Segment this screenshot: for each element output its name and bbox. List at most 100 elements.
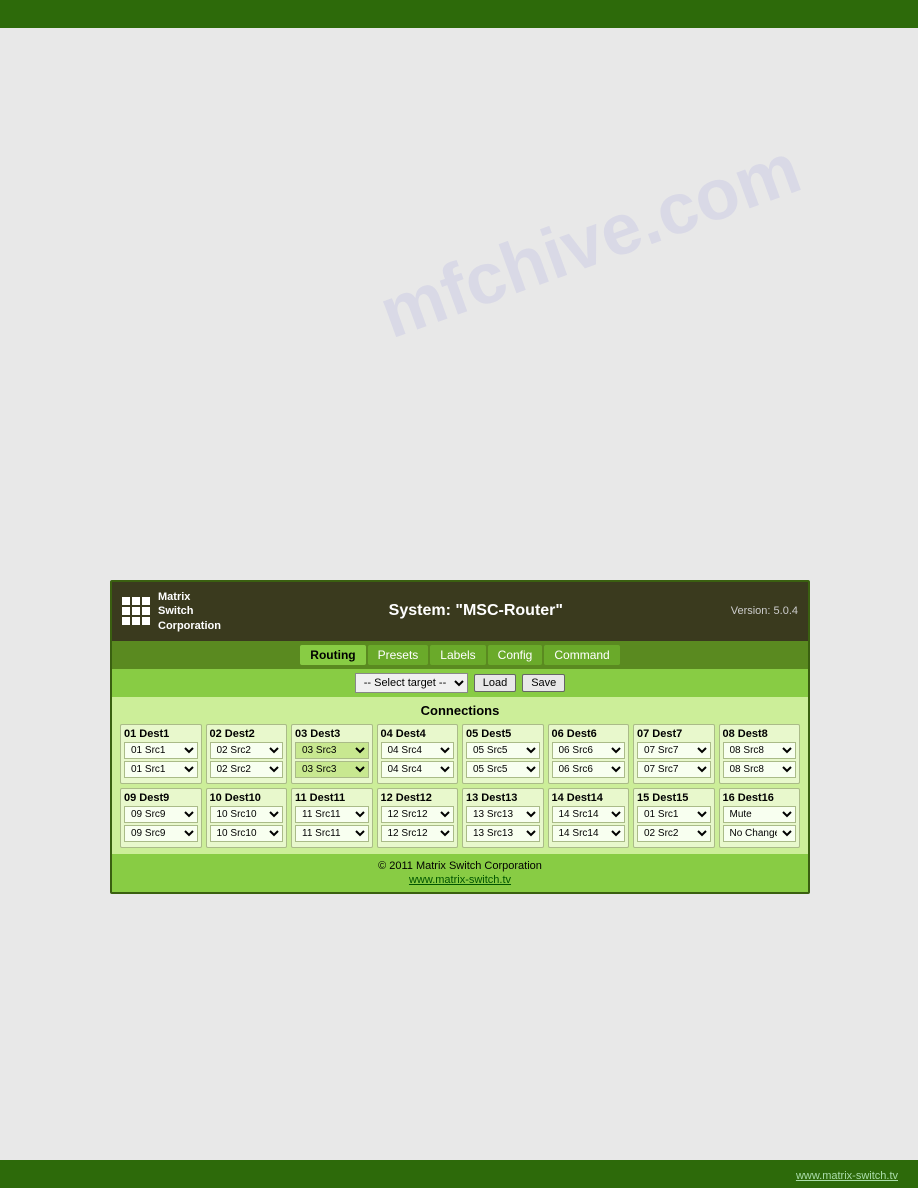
src-select2-13[interactable]: 13 Src13 xyxy=(466,825,540,842)
footer: © 2011 Matrix Switch Corporation www.mat… xyxy=(112,854,808,892)
dest-label-14: 14 Dest14 xyxy=(552,792,626,804)
dest-label-11: 11 Dest11 xyxy=(295,792,369,804)
dest-cell-3: 03 Dest3 03 Src3 03 Src3 xyxy=(291,724,373,784)
bottom-bar-link[interactable]: www.matrix-switch.tv xyxy=(796,1170,898,1182)
logo-cell xyxy=(142,597,150,605)
src-select2-15[interactable]: 02 Src2 xyxy=(637,825,711,842)
logo-cell xyxy=(132,607,140,615)
src-select2-3[interactable]: 03 Src3 xyxy=(295,761,369,778)
dest-cell-5: 05 Dest5 05 Src5 05 Src5 xyxy=(462,724,544,784)
src-select1-9[interactable]: 09 Src9 xyxy=(124,806,198,823)
src-select2-7[interactable]: 07 Src7 xyxy=(637,761,711,778)
logo-line1: Matrix xyxy=(158,590,221,604)
top-bar xyxy=(0,0,918,28)
version-text: Version: 5.0.4 xyxy=(731,605,798,617)
watermark: mfchive.com xyxy=(369,127,811,355)
system-title: System: "MSC-Router" xyxy=(221,602,731,620)
src-select1-6[interactable]: 06 Src6 xyxy=(552,742,626,759)
src-select2-16[interactable]: No Change xyxy=(723,825,797,842)
src-select1-4[interactable]: 04 Src4 xyxy=(381,742,455,759)
src-select1-13[interactable]: 13 Src13 xyxy=(466,806,540,823)
src-select1-8[interactable]: 08 Src8 xyxy=(723,742,797,759)
src-select2-14[interactable]: 14 Src14 xyxy=(552,825,626,842)
src-select1-10[interactable]: 10 Src10 xyxy=(210,806,284,823)
src-select2-10[interactable]: 10 Src10 xyxy=(210,825,284,842)
logo-cell xyxy=(122,597,130,605)
src-select2-12[interactable]: 12 Src12 xyxy=(381,825,455,842)
src-select1-1[interactable]: 01 Src1 xyxy=(124,742,198,759)
tab-presets[interactable]: Presets xyxy=(368,645,429,665)
src-select2-9[interactable]: 09 Src9 xyxy=(124,825,198,842)
connections-grid: 01 Dest101 Src101 Src102 Dest202 Src202 … xyxy=(120,724,800,848)
dest-cell-14: 14 Dest14 14 Src14 14 Src14 xyxy=(548,788,630,848)
src-select2-1[interactable]: 01 Src1 xyxy=(124,761,198,778)
nav-bar: Routing Presets Labels Config Command xyxy=(112,641,808,669)
logo-cell xyxy=(122,617,130,625)
dest-label-15: 15 Dest15 xyxy=(637,792,711,804)
dest-cell-11: 11 Dest11 11 Src11 11 Src11 xyxy=(291,788,373,848)
src-select1-5[interactable]: 05 Src5 xyxy=(466,742,540,759)
dest-label-9: 09 Dest9 xyxy=(124,792,198,804)
dest-label-16: 16 Dest16 xyxy=(723,792,797,804)
tab-command[interactable]: Command xyxy=(544,645,619,665)
select-target[interactable]: -- Select target -- xyxy=(355,673,468,693)
dest-label-7: 07 Dest7 xyxy=(637,728,711,740)
src-select1-12[interactable]: 12 Src12 xyxy=(381,806,455,823)
footer-link[interactable]: www.matrix-switch.tv xyxy=(409,874,511,886)
bottom-bar: www.matrix-switch.tv xyxy=(0,1160,918,1188)
dest-label-6: 06 Dest6 xyxy=(552,728,626,740)
src-select2-2[interactable]: 02 Src2 xyxy=(210,761,284,778)
src-select1-2[interactable]: 02 Src2 xyxy=(210,742,284,759)
dest-cell-10: 10 Dest10 10 Src10 10 Src10 xyxy=(206,788,288,848)
tab-labels[interactable]: Labels xyxy=(430,645,485,665)
src-select1-7[interactable]: 07 Src7 xyxy=(637,742,711,759)
toolbar: -- Select target -- Load Save xyxy=(112,669,808,697)
logo-cell xyxy=(122,607,130,615)
tab-config[interactable]: Config xyxy=(488,645,543,665)
src-select1-11[interactable]: 11 Src11 xyxy=(295,806,369,823)
src-select2-5[interactable]: 05 Src5 xyxy=(466,761,540,778)
dest-label-12: 12 Dest12 xyxy=(381,792,455,804)
dest-cell-15: 15 Dest15 01 Src1 02 Src2 xyxy=(633,788,715,848)
dest-cell-1: 01 Dest1 01 Src1 01 Src1 xyxy=(120,724,202,784)
src-select1-3[interactable]: 03 Src3 xyxy=(295,742,369,759)
logo-area: Matrix Switch Corporation xyxy=(122,590,221,633)
src-select1-14[interactable]: 14 Src14 xyxy=(552,806,626,823)
logo-line3: Corporation xyxy=(158,619,221,633)
connections-title: Connections xyxy=(120,703,800,718)
dest-cell-9: 09 Dest9 09 Src9 09 Src9 xyxy=(120,788,202,848)
src-select2-11[interactable]: 11 Src11 xyxy=(295,825,369,842)
logo-text: Matrix Switch Corporation xyxy=(158,590,221,633)
src-select2-6[interactable]: 06 Src6 xyxy=(552,761,626,778)
logo-cell xyxy=(132,617,140,625)
app-header: Matrix Switch Corporation System: "MSC-R… xyxy=(112,582,808,641)
src-select1-15[interactable]: 01 Src1 xyxy=(637,806,711,823)
dest-cell-12: 12 Dest12 12 Src12 12 Src12 xyxy=(377,788,459,848)
dest-label-1: 01 Dest1 xyxy=(124,728,198,740)
footer-copyright: © 2011 Matrix Switch Corporation xyxy=(118,860,802,872)
src-select1-16[interactable]: Mute xyxy=(723,806,797,823)
tab-routing[interactable]: Routing xyxy=(300,645,365,665)
main-container: Matrix Switch Corporation System: "MSC-R… xyxy=(110,580,810,894)
dest-cell-13: 13 Dest1313 Src1313 Src13 xyxy=(462,788,544,848)
dest-label-3: 03 Dest3 xyxy=(295,728,369,740)
save-button[interactable]: Save xyxy=(522,674,565,692)
dest-label-5: 05 Dest5 xyxy=(466,728,540,740)
dest-cell-7: 07 Dest7 07 Src7 07 Src7 xyxy=(633,724,715,784)
connections-section: Connections 01 Dest101 Src101 Src102 Des… xyxy=(112,697,808,854)
logo-line2: Switch xyxy=(158,604,221,618)
load-button[interactable]: Load xyxy=(474,674,516,692)
logo-cell xyxy=(142,607,150,615)
dest-label-8: 08 Dest8 xyxy=(723,728,797,740)
dest-cell-16: 16 Dest16 Mute No Change xyxy=(719,788,801,848)
dest-label-4: 04 Dest4 xyxy=(381,728,455,740)
dest-cell-2: 02 Dest202 Src202 Src2 xyxy=(206,724,288,784)
dest-cell-8: 08 Dest8 08 Src8 08 Src8 xyxy=(719,724,801,784)
dest-cell-6: 06 Dest6 06 Src6 06 Src6 xyxy=(548,724,630,784)
logo-cell xyxy=(132,597,140,605)
logo-grid xyxy=(122,597,150,625)
src-select2-4[interactable]: 04 Src4 xyxy=(381,761,455,778)
src-select2-8[interactable]: 08 Src8 xyxy=(723,761,797,778)
dest-label-10: 10 Dest10 xyxy=(210,792,284,804)
dest-cell-4: 04 Dest4 04 Src4 04 Src4 xyxy=(377,724,459,784)
